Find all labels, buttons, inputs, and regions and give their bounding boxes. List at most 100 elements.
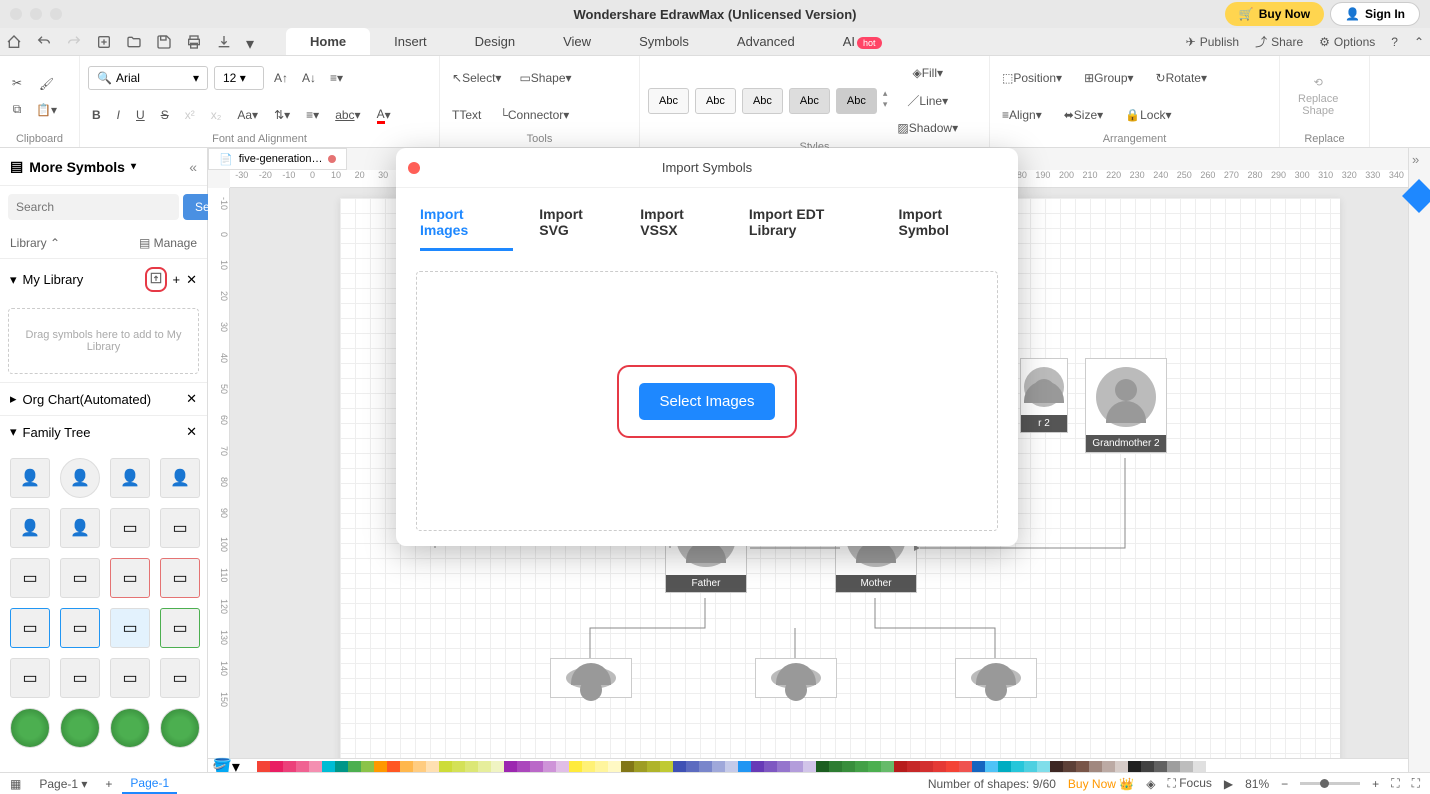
expand-icon[interactable]: ▸ [10,391,17,407]
color-swatch[interactable] [803,761,816,772]
group-button[interactable]: ⊞ Group▾ [1080,67,1137,89]
zoom-in-icon[interactable]: + [1372,777,1379,791]
symbol-item[interactable]: ▭ [110,508,150,548]
color-swatch[interactable] [556,761,569,772]
color-swatch[interactable] [1141,761,1154,772]
tab-advanced[interactable]: Advanced [713,28,819,55]
symbol-item[interactable]: 👤 [60,508,100,548]
open-icon[interactable] [126,34,142,50]
symbol-item[interactable]: ▭ [160,658,200,698]
color-swatch[interactable] [699,761,712,772]
superscript-icon[interactable]: x² [181,104,199,126]
publish-button[interactable]: ✈Publish [1186,35,1239,49]
modal-tab-import-svg[interactable]: Import SVG [539,206,614,251]
bullets-icon[interactable]: ≡▾ [302,104,323,126]
color-swatch[interactable] [413,761,426,772]
color-swatch[interactable] [985,761,998,772]
collapse-sidebar-icon[interactable]: « [189,159,197,175]
symbol-item[interactable]: ▭ [110,608,150,648]
close-window[interactable] [10,8,22,20]
color-swatch[interactable] [374,761,387,772]
ft-node-grandmother2[interactable]: Grandmother 2 [1085,358,1167,453]
layers-icon[interactable]: ◈ [1146,777,1155,791]
symbol-item[interactable]: ▭ [110,558,150,598]
color-swatch[interactable] [283,761,296,772]
shape-tool[interactable]: ▭ Shape ▾ [515,67,575,89]
close-library-icon[interactable]: ✕ [186,272,197,288]
color-swatch[interactable] [1115,761,1128,772]
modal-close-button[interactable] [408,162,420,174]
options-button[interactable]: ⚙Options [1319,35,1375,49]
cut-icon[interactable]: ✂ [8,72,26,94]
symbol-tree[interactable] [160,708,200,748]
color-swatch[interactable] [530,761,543,772]
color-swatch[interactable] [1180,761,1193,772]
color-swatch[interactable] [673,761,686,772]
new-icon[interactable] [96,34,112,50]
page-tab-active[interactable]: Page-1 [122,774,177,794]
align-icon[interactable]: ≡▾ [326,67,347,89]
underline-icon[interactable]: U [132,104,149,126]
document-tab[interactable]: 📄 five-generation… [208,148,347,170]
import-library-icon[interactable] [145,267,167,292]
color-swatch[interactable] [1050,761,1063,772]
symbol-item[interactable]: 👤 [10,508,50,548]
buy-now-button[interactable]: 🛒 Buy Now [1225,2,1324,26]
color-swatch[interactable] [608,761,621,772]
share-button[interactable]: ⤴Share [1255,33,1303,50]
color-swatch[interactable] [309,761,322,772]
symbol-item[interactable]: ▭ [60,558,100,598]
symbol-item[interactable]: 👤 [60,458,100,498]
zoom-out-icon[interactable]: − [1281,777,1288,791]
focus-button[interactable]: ⛶ Focus [1167,776,1211,791]
symbol-item[interactable]: ▭ [160,608,200,648]
color-swatch[interactable] [972,761,985,772]
color-swatch[interactable] [998,761,1011,772]
symbol-item[interactable]: ▭ [160,558,200,598]
pages-icon[interactable]: ▦ [10,777,21,791]
undo-icon[interactable] [36,34,52,50]
color-swatch[interactable] [322,761,335,772]
color-swatch[interactable] [907,761,920,772]
symbol-item[interactable]: ▭ [60,658,100,698]
color-swatch[interactable] [842,761,855,772]
color-swatch[interactable] [400,761,413,772]
color-swatch[interactable] [491,761,504,772]
color-swatch[interactable] [504,761,517,772]
library-label[interactable]: Library ⌃ [10,236,60,250]
symbol-item[interactable]: ▭ [60,608,100,648]
symbol-item[interactable]: ▭ [10,658,50,698]
modal-tab-import-edt[interactable]: Import EDT Library [749,206,873,251]
color-swatch[interactable] [361,761,374,772]
expand-icon[interactable]: ▾ [10,272,17,288]
color-swatch[interactable] [790,761,803,772]
color-swatch[interactable] [686,761,699,772]
shadow-button[interactable]: ▨ Shadow ▾ [893,117,962,139]
symbol-item[interactable]: ▭ [160,508,200,548]
more-icon[interactable]: ▾ [246,34,256,50]
color-swatch[interactable] [335,761,348,772]
connector-tool[interactable]: └ Connector ▾ [495,104,573,126]
expand-right-icon[interactable]: » [1412,152,1419,167]
manage-button[interactable]: ▤ Manage [139,236,197,250]
search-input[interactable] [8,194,179,220]
symbol-item[interactable]: ▭ [110,658,150,698]
color-swatch[interactable] [868,761,881,772]
font-color-icon[interactable]: A▾ [373,103,395,128]
text-tool[interactable]: T Text [448,104,485,126]
color-swatch[interactable] [829,761,842,772]
color-swatch[interactable] [478,761,491,772]
tab-ai[interactable]: AIhot [819,28,906,55]
symbol-item[interactable]: 👤 [110,458,150,498]
decrease-font-icon[interactable]: A↓ [298,67,320,89]
close-section-icon[interactable]: ✕ [186,424,197,440]
color-swatch[interactable] [660,761,673,772]
signin-button[interactable]: 👤 Sign In [1330,2,1420,26]
color-swatch[interactable] [1037,761,1050,772]
ft-node-child3[interactable] [955,658,1037,698]
modal-tab-import-symbol[interactable]: Import Symbol [898,206,994,251]
color-swatch[interactable] [465,761,478,772]
lock-button[interactable]: 🔒 Lock▾ [1121,104,1175,126]
symbol-tree[interactable] [110,708,150,748]
color-swatch[interactable] [881,761,894,772]
